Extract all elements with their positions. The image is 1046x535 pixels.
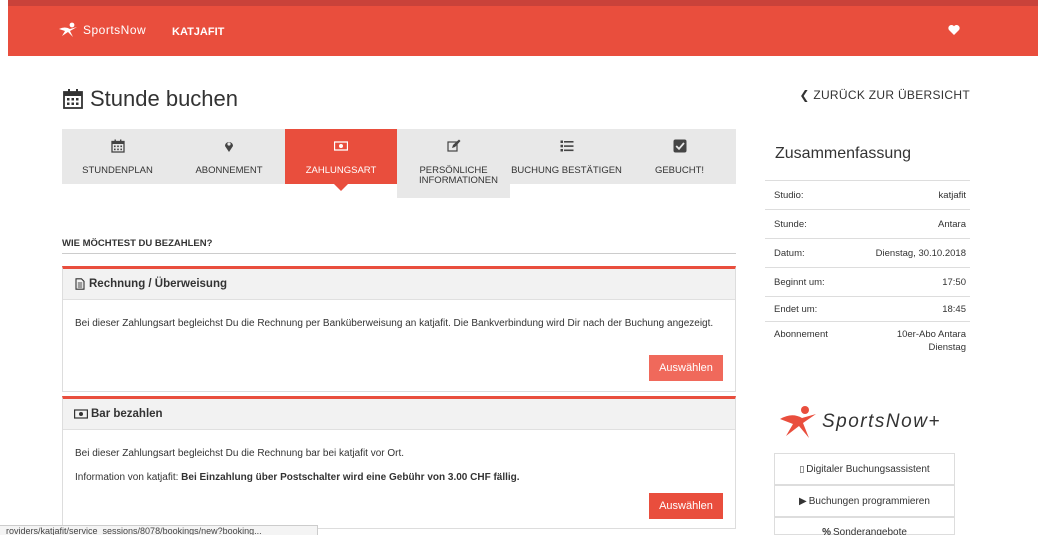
studio-name[interactable]: KATJAFIT (172, 26, 224, 38)
active-step-pointer (334, 184, 348, 191)
studio-information: Information von katjafit: Bei Einzahlung… (75, 470, 723, 486)
mobile-icon: ▯ (799, 463, 805, 474)
summary-label: Abonnement (774, 329, 828, 340)
divider (62, 253, 736, 254)
check-square-icon (673, 139, 686, 153)
payment-option-title: Bar bezahlen (91, 408, 163, 420)
sportsnow-logo[interactable]: SportsNow (57, 22, 146, 38)
schedule-bookings-button[interactable]: ▶ Buchungen programmieren (774, 485, 955, 517)
select-cash-button[interactable]: Auswählen (649, 493, 723, 519)
payment-heading: WIE MÖCHTEST DU BEZAHLEN? (62, 238, 213, 249)
summary-table: Studio: katjafit Stunde: Antara Datum: D… (765, 180, 970, 363)
step-label: BUCHUNG BESTÄTIGEN (511, 165, 622, 176)
runner-logo-icon (59, 22, 77, 37)
calendar-icon (63, 89, 83, 109)
payment-option-description: Bei dieser Zahlungsart begleichst Du die… (75, 448, 405, 459)
step-label: PERSÖNLICHE INFORMATIONEN (419, 165, 498, 186)
runner-logo-icon (780, 406, 816, 438)
document-icon (75, 278, 85, 290)
summary-label: Endet um: (774, 303, 818, 315)
summary-row: Studio: katjafit (765, 180, 970, 209)
payment-option-description: Bei dieser Zahlungsart begleichst Du die… (75, 318, 714, 329)
summary-label: Studio: (774, 189, 804, 201)
info-prefix: Information von katjafit: (75, 472, 179, 483)
step-buchung-bestaetigen[interactable]: BUCHUNG BESTÄTIGEN (510, 129, 623, 184)
step-label: ABONNEMENT (195, 165, 263, 176)
select-invoice-button[interactable]: Auswählen (649, 355, 723, 381)
payment-option-body: Bei dieser Zahlungsart begleichst Du die… (63, 430, 735, 486)
summary-row: Datum: Dienstag, 30.10.2018 (765, 238, 970, 267)
sportsnow-plus-logo: SportsNow+ (778, 404, 941, 440)
top-navbar (8, 0, 1038, 56)
step-label: STUNDENPLAN (82, 165, 153, 176)
status-bar-url: roviders/katjafit/service_sessions/8078/… (0, 525, 318, 535)
payment-option-header: Rechnung / Überweisung (63, 269, 735, 300)
back-link-text: ZURÜCK ZUR ÜBERSICHT (813, 88, 970, 102)
payment-option-title: Rechnung / Überweisung (89, 278, 228, 290)
info-fee-notice: Bei Einzahlung über Postschalter wird ei… (181, 472, 520, 483)
step-stundenplan[interactable]: STUNDENPLAN (62, 129, 173, 184)
booking-steps: STUNDENPLAN ABONNEMENT ZAHLUNGSART PERSÖ… (62, 129, 736, 198)
back-to-overview-link[interactable]: ❮ ZURÜCK ZUR ÜBERSICHT (799, 88, 970, 102)
page-title-text: Stunde buchen (90, 86, 239, 111)
summary-value: Dienstag, 30.10.2018 (875, 247, 966, 259)
top-strip (8, 0, 1038, 6)
summary-value: katjafit (938, 189, 966, 201)
step-persoenliche-informationen[interactable]: PERSÖNLICHE INFORMATIONEN (397, 129, 510, 198)
step-label: GEBUCHT! (654, 165, 705, 176)
summary-label: Beginnt um: (774, 276, 825, 288)
logo-text: SportsNow (83, 23, 147, 37)
summary-row: Abonnement 10er-Abo Antara Dienstag (765, 321, 970, 363)
step-zahlungsart[interactable]: ZAHLUNGSART (285, 129, 397, 184)
list-icon (560, 140, 573, 152)
special-offers-button[interactable]: % Sonderangebote (774, 517, 955, 535)
summary-row: Beginnt um: 17:50 (765, 267, 970, 296)
step-abonnement[interactable]: ABONNEMENT (173, 129, 285, 184)
summary-label: Stunde: (774, 218, 807, 230)
side-button-label: Digitaler Buchungsassistent (806, 463, 930, 475)
summary-value: 17:50 (942, 276, 966, 288)
side-button-label: Sonderangebote (832, 527, 907, 535)
summary-value: Antara (938, 218, 966, 230)
payment-option-header: Bar bezahlen (63, 399, 735, 430)
summary-row: Endet um: 18:45 (765, 296, 970, 321)
step-gebucht[interactable]: GEBUCHT! (623, 129, 736, 184)
calendar-icon (110, 139, 125, 153)
edit-icon (446, 139, 460, 152)
summary-value: 10er-Abo Antara Dienstag (896, 329, 966, 353)
summary-title: Zusammenfassung (775, 145, 912, 162)
play-icon: ▶ (799, 495, 807, 507)
money-icon (334, 141, 348, 151)
summary-label: Datum: (774, 247, 805, 259)
summary-row: Stunde: Antara (765, 209, 970, 238)
step-label: ZAHLUNGSART (305, 165, 377, 176)
heart-icon[interactable] (948, 24, 960, 36)
percent-icon: % (822, 527, 831, 535)
payment-option-invoice: Rechnung / Überweisung Bei dieser Zahlun… (62, 266, 736, 392)
summary-value: 18:45 (942, 303, 966, 315)
chevron-left-icon: ❮ (799, 88, 810, 102)
payment-option-cash: Bar bezahlen Bei dieser Zahlungsart begl… (62, 396, 736, 529)
side-button-label: Buchungen programmieren (808, 495, 930, 507)
brand-text: SportsNow+ (822, 411, 942, 432)
page-title: Stunde buchen (62, 86, 238, 112)
money-icon (74, 409, 88, 419)
digital-booking-assistant-button[interactable]: ▯ Digitaler Buchungsassistent (774, 453, 955, 485)
map-pin-icon (225, 142, 233, 152)
